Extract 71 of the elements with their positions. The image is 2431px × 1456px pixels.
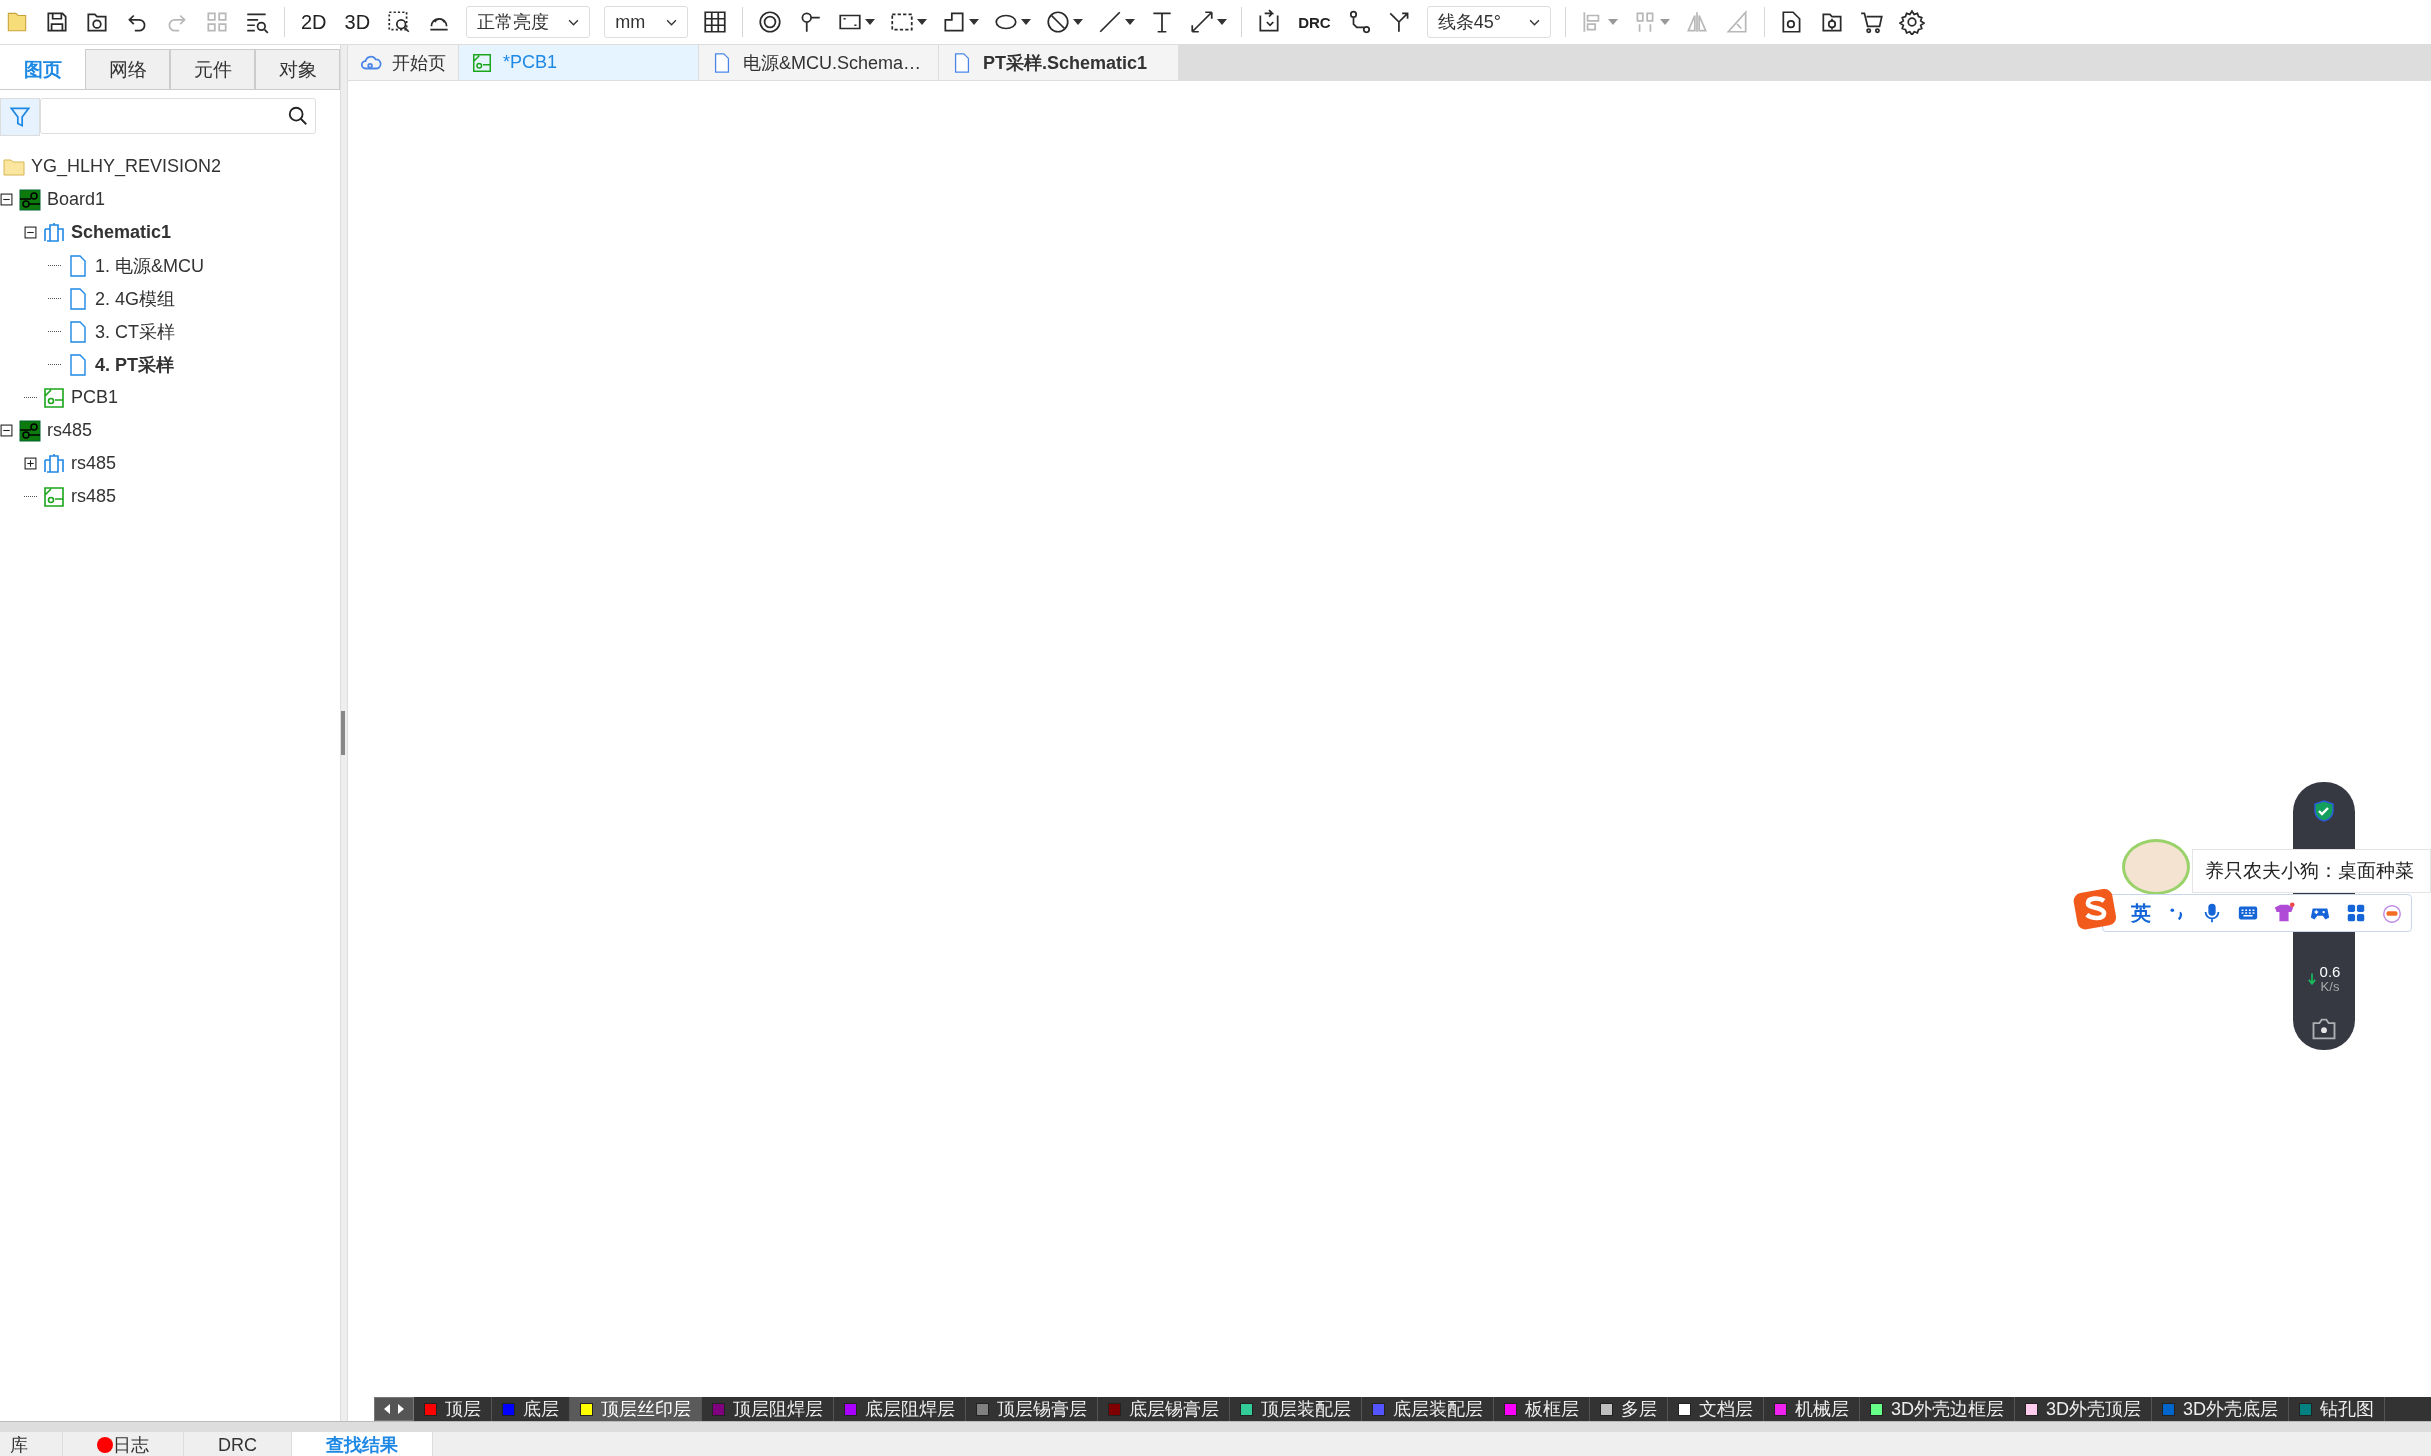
speed-unit: K/s [2320, 979, 2340, 994]
caret-icon[interactable] [1217, 19, 1228, 25]
tree-item[interactable]: YG_HLHY_REVISION2 [31, 156, 222, 177]
pcb-icon [471, 51, 493, 74]
bottom-tab[interactable]: 库 [0, 1432, 63, 1456]
schematic-icon [42, 220, 66, 245]
search-icon[interactable] [287, 105, 309, 127]
panel-tab[interactable]: 元件 [170, 49, 255, 89]
dimension-icon[interactable] [1189, 9, 1216, 35]
document-tab[interactable]: PT采样.Schematic1 [939, 45, 1179, 81]
pcb-icon [42, 385, 66, 410]
tree-item[interactable]: PCB1 [71, 387, 119, 408]
collapse-icon[interactable] [24, 226, 37, 239]
save-icon[interactable] [44, 9, 70, 35]
notification-text: 养只农夫小狗：桌面种菜 [2205, 859, 2414, 883]
tree-item[interactable]: 2. 4G模组 [95, 286, 176, 311]
left-arrow-icon[interactable] [383, 1404, 391, 1414]
bottom-tab[interactable]: 查找结果 [292, 1432, 433, 1456]
tree-item[interactable]: 4. PT采样 [95, 352, 174, 377]
caret-icon[interactable] [1073, 19, 1084, 25]
unit-dropdown[interactable]: mm [604, 6, 689, 38]
slashed-circle-icon[interactable] [1045, 9, 1072, 35]
caret-icon[interactable] [1125, 19, 1136, 25]
document-tab[interactable]: 开始页 [348, 45, 459, 81]
board-icon [18, 418, 42, 443]
search-field[interactable] [40, 98, 316, 134]
input-mode-toggle[interactable]: 英 [2131, 899, 2151, 927]
grid-icon[interactable] [702, 9, 729, 35]
filter-icon[interactable] [0, 98, 40, 136]
tree-item[interactable]: 3. CT采样 [95, 319, 175, 344]
tree-item[interactable]: 1. 电源&MCU [95, 253, 204, 278]
tree-item[interactable]: rs485 [71, 453, 117, 474]
panel-tab[interactable]: 网络 [85, 49, 170, 89]
settings-icon[interactable] [1898, 9, 1925, 35]
panel-tab[interactable]: 对象 [255, 49, 340, 89]
chevron-icon[interactable] [666, 18, 678, 26]
document-tab[interactable]: 电源&MCU.Schema… [699, 45, 939, 81]
caret-icon[interactable] [969, 19, 980, 25]
caret-icon[interactable] [917, 19, 928, 25]
brightness-dropdown[interactable]: 正常亮度 [466, 6, 591, 38]
layer-scroll-control[interactable] [374, 1397, 414, 1421]
concentric-circle-icon[interactable] [757, 9, 784, 35]
download-speed: 0.6 [2319, 964, 2341, 980]
tree-item[interactable]: Board1 [47, 189, 106, 210]
schematic-icon [42, 451, 66, 476]
shirt-icon[interactable] [2273, 902, 2295, 924]
tree-item[interactable]: Schematic1 [71, 222, 172, 243]
shield-check-icon[interactable] [2312, 798, 2336, 824]
2d-view-button[interactable]: 2D [299, 10, 329, 34]
chevron-icon[interactable] [568, 18, 580, 26]
route-mode-dropdown[interactable]: 线条45° [1426, 6, 1551, 38]
collapse-icon[interactable] [0, 424, 13, 437]
tree-item[interactable]: rs485 [71, 486, 117, 507]
board-icon [18, 187, 42, 212]
drc-button[interactable]: DRC [1296, 13, 1333, 31]
caret-icon[interactable] [1021, 19, 1032, 25]
chevron-icon[interactable] [1528, 18, 1540, 26]
pcb-icon [42, 484, 66, 509]
notification-bubble[interactable]: 养只农夫小狗：桌面种菜 [2192, 849, 2431, 893]
expand-icon[interactable] [24, 457, 37, 470]
caret-icon[interactable] [865, 19, 876, 25]
bottom-tab[interactable]: 日志 [63, 1432, 184, 1456]
layer-item[interactable]: 顶层丝印层 [570, 1397, 702, 1421]
right-arrow-icon[interactable] [397, 1404, 405, 1414]
download-arrow-icon [2307, 972, 2316, 985]
3d-view-button[interactable]: 3D [342, 10, 373, 34]
tree-item[interactable]: rs485 [47, 420, 93, 441]
mascot-icon[interactable] [2381, 902, 2403, 924]
collapse-icon[interactable] [0, 193, 13, 206]
cart-icon[interactable] [1858, 9, 1885, 35]
apps-icon[interactable] [2345, 902, 2367, 924]
